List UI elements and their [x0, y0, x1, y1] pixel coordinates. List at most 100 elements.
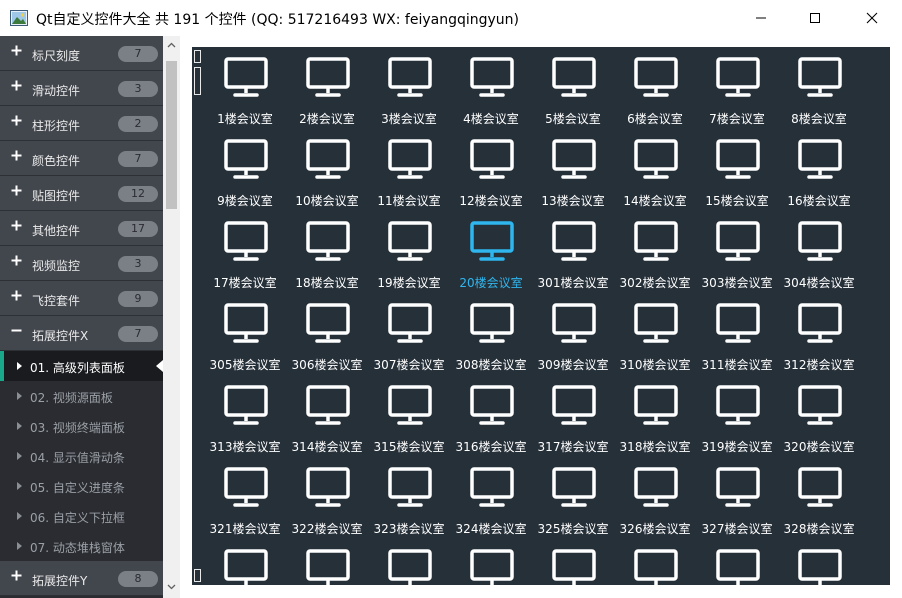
device-item[interactable]: 304楼会议室: [778, 211, 860, 293]
device-item[interactable]: 313楼会议室: [204, 375, 286, 457]
sidebar-sub-item[interactable]: 06. 自定义下拉框: [0, 501, 163, 531]
device-item[interactable]: [286, 539, 368, 585]
device-item[interactable]: [204, 539, 286, 585]
sidebar-group-top-3[interactable]: 颜色控件 7: [0, 141, 163, 176]
monitor-icon: [470, 221, 514, 261]
device-item[interactable]: 7楼会议室: [696, 47, 778, 129]
maximize-button[interactable]: [792, 0, 838, 36]
device-item[interactable]: 327楼会议室: [696, 457, 778, 539]
device-item[interactable]: [614, 539, 696, 585]
minimize-button[interactable]: [738, 0, 784, 36]
sidebar-sub-item[interactable]: 04. 显示值滑动条: [0, 441, 163, 471]
panel-scrollbar[interactable]: [192, 47, 204, 585]
device-item[interactable]: 328楼会议室: [778, 457, 860, 539]
monitor-icon: [388, 221, 432, 261]
sidebar-group-label: 拓展控件Y: [32, 574, 88, 588]
sidebar-group-top-1[interactable]: 滑动控件 3: [0, 71, 163, 106]
scroll-up-arrow-icon[interactable]: [167, 42, 176, 48]
device-item[interactable]: 17楼会议室: [204, 211, 286, 293]
sidebar-sub-item[interactable]: 01. 高级列表面板: [0, 351, 163, 381]
sidebar-group-top-7[interactable]: 飞控套件 9: [0, 281, 163, 316]
device-item[interactable]: 318楼会议室: [614, 375, 696, 457]
device-item[interactable]: 320楼会议室: [778, 375, 860, 457]
caret-right-icon: [17, 482, 22, 490]
sidebar-group-top-4[interactable]: 贴图控件 12: [0, 176, 163, 211]
device-item[interactable]: 325楼会议室: [532, 457, 614, 539]
device-item[interactable]: [450, 539, 532, 585]
scroll-down-arrow-icon[interactable]: [167, 584, 176, 590]
device-item[interactable]: 5楼会议室: [532, 47, 614, 129]
device-item[interactable]: 302楼会议室: [614, 211, 696, 293]
device-item[interactable]: 13楼会议室: [532, 129, 614, 211]
device-item[interactable]: 305楼会议室: [204, 293, 286, 375]
sidebar-group-top-6[interactable]: 视频监控 3: [0, 246, 163, 281]
window-title: Qt自定义控件大全 共 191 个控件 (QQ: 517216493 WX: f…: [36, 12, 519, 28]
device-item[interactable]: 314楼会议室: [286, 375, 368, 457]
count-badge: 7: [118, 151, 158, 167]
sidebar-group-top-8[interactable]: 拓展控件X 7: [0, 316, 163, 351]
sidebar-sub-item[interactable]: 03. 视频终端面板: [0, 411, 163, 441]
monitor-icon: [224, 221, 268, 261]
device-item[interactable]: 310楼会议室: [614, 293, 696, 375]
device-item[interactable]: 2楼会议室: [286, 47, 368, 129]
device-item[interactable]: 20楼会议室: [450, 211, 532, 293]
device-item[interactable]: 11楼会议室: [368, 129, 450, 211]
monitor-icon: [224, 303, 268, 343]
device-item[interactable]: 8楼会议室: [778, 47, 860, 129]
monitor-icon: [224, 467, 268, 507]
sidebar-sub-item[interactable]: 07. 动态堆栈窗体: [0, 531, 163, 561]
device-item[interactable]: 321楼会议室: [204, 457, 286, 539]
sidebar-scrollbar[interactable]: [163, 36, 180, 598]
device-item[interactable]: 301楼会议室: [532, 211, 614, 293]
sidebar-group-bottom-0[interactable]: 拓展控件Y 8: [0, 561, 163, 596]
panel-scroll-down-button[interactable]: [194, 569, 201, 582]
panel-scroll-thumb[interactable]: [194, 67, 201, 95]
monitor-icon: [716, 385, 760, 425]
device-item[interactable]: 14楼会议室: [614, 129, 696, 211]
monitor-icon: [798, 303, 842, 343]
device-item-label: 17楼会议室: [213, 276, 277, 290]
device-item[interactable]: 322楼会议室: [286, 457, 368, 539]
device-item[interactable]: 307楼会议室: [368, 293, 450, 375]
device-item[interactable]: 312楼会议室: [778, 293, 860, 375]
monitor-icon: [634, 549, 678, 585]
app-image-icon: [10, 10, 28, 26]
device-item[interactable]: 306楼会议室: [286, 293, 368, 375]
device-item[interactable]: 317楼会议室: [532, 375, 614, 457]
device-item[interactable]: 315楼会议室: [368, 375, 450, 457]
device-item[interactable]: 19楼会议室: [368, 211, 450, 293]
device-item[interactable]: 16楼会议室: [778, 129, 860, 211]
device-item[interactable]: 311楼会议室: [696, 293, 778, 375]
sidebar-group-top-5[interactable]: 其他控件 17: [0, 211, 163, 246]
device-item[interactable]: 1楼会议室: [204, 47, 286, 129]
device-item[interactable]: 18楼会议室: [286, 211, 368, 293]
device-item[interactable]: [532, 539, 614, 585]
device-item[interactable]: [778, 539, 860, 585]
sidebar-sub-item[interactable]: 02. 视频源面板: [0, 381, 163, 411]
device-item[interactable]: 316楼会议室: [450, 375, 532, 457]
device-item[interactable]: 324楼会议室: [450, 457, 532, 539]
device-item[interactable]: 10楼会议室: [286, 129, 368, 211]
device-item[interactable]: 3楼会议室: [368, 47, 450, 129]
monitor-icon: [470, 467, 514, 507]
device-item[interactable]: 319楼会议室: [696, 375, 778, 457]
device-item[interactable]: 303楼会议室: [696, 211, 778, 293]
device-item[interactable]: 15楼会议室: [696, 129, 778, 211]
device-item[interactable]: 4楼会议室: [450, 47, 532, 129]
device-item[interactable]: [696, 539, 778, 585]
device-item[interactable]: 309楼会议室: [532, 293, 614, 375]
sidebar-sub-item[interactable]: 05. 自定义进度条: [0, 471, 163, 501]
close-button[interactable]: [849, 0, 895, 36]
device-item[interactable]: 308楼会议室: [450, 293, 532, 375]
sidebar-scroll-thumb[interactable]: [166, 61, 177, 209]
device-item[interactable]: [368, 539, 450, 585]
device-item[interactable]: 9楼会议室: [204, 129, 286, 211]
device-item[interactable]: 12楼会议室: [450, 129, 532, 211]
device-item[interactable]: 323楼会议室: [368, 457, 450, 539]
device-item[interactable]: 326楼会议室: [614, 457, 696, 539]
panel-scroll-up-button[interactable]: [194, 50, 201, 63]
device-item[interactable]: 6楼会议室: [614, 47, 696, 129]
device-item-label: 11楼会议室: [377, 194, 441, 208]
sidebar-group-top-2[interactable]: 柱形控件 2: [0, 106, 163, 141]
sidebar-group-top-0[interactable]: 标尺刻度 7: [0, 36, 163, 71]
